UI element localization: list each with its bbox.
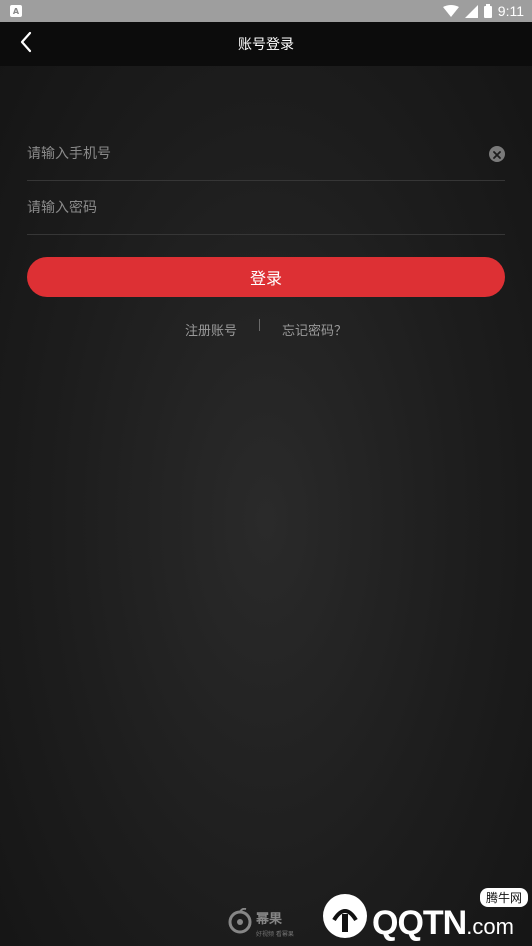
signal-icon bbox=[464, 4, 478, 18]
status-bar: A 9:11 bbox=[0, 0, 532, 22]
status-time: 9:11 bbox=[497, 3, 524, 19]
battery-icon bbox=[483, 4, 492, 18]
brand-footer: 幂果 好视频 看幂果 bbox=[228, 907, 294, 938]
password-field-row bbox=[27, 181, 505, 235]
watermark-text: QQTN.com bbox=[372, 904, 514, 943]
page-title: 账号登录 bbox=[238, 37, 294, 53]
forgot-password-link[interactable]: 忘记密码？ bbox=[282, 320, 347, 339]
site-watermark: QQTN.com 腾牛网 bbox=[320, 886, 532, 946]
account-links: 注册账号 忘记密码？ bbox=[0, 318, 532, 340]
register-link[interactable]: 注册账号 bbox=[185, 320, 237, 339]
link-divider bbox=[259, 319, 260, 331]
clear-input-icon bbox=[493, 144, 501, 163]
watermark-suffix: .com bbox=[466, 914, 514, 939]
watermark-main: QQTN bbox=[372, 904, 467, 942]
brand-slogan: 好视频 看幂果 bbox=[256, 931, 294, 938]
brand-name: 幂果 bbox=[256, 912, 283, 927]
phone-input[interactable] bbox=[27, 145, 489, 162]
watermark-badge: 腾牛网 bbox=[479, 888, 528, 907]
login-button[interactable]: 登录 bbox=[27, 257, 505, 297]
password-input[interactable] bbox=[27, 199, 505, 216]
status-bar-left: A bbox=[10, 5, 22, 17]
status-bar-right: 9:11 bbox=[442, 3, 524, 19]
wifi-icon bbox=[442, 4, 459, 18]
phone-field-row bbox=[27, 127, 505, 181]
back-button[interactable] bbox=[12, 30, 40, 58]
title-bar: 账号登录 bbox=[0, 22, 532, 66]
back-arrow-icon bbox=[19, 31, 33, 57]
app-notification-icon: A bbox=[10, 5, 22, 17]
clear-phone-button[interactable] bbox=[489, 144, 505, 163]
brand-logo-icon bbox=[228, 907, 252, 938]
watermark-logo-icon bbox=[320, 890, 370, 946]
brand-text: 幂果 好视频 看幂果 bbox=[256, 908, 294, 938]
